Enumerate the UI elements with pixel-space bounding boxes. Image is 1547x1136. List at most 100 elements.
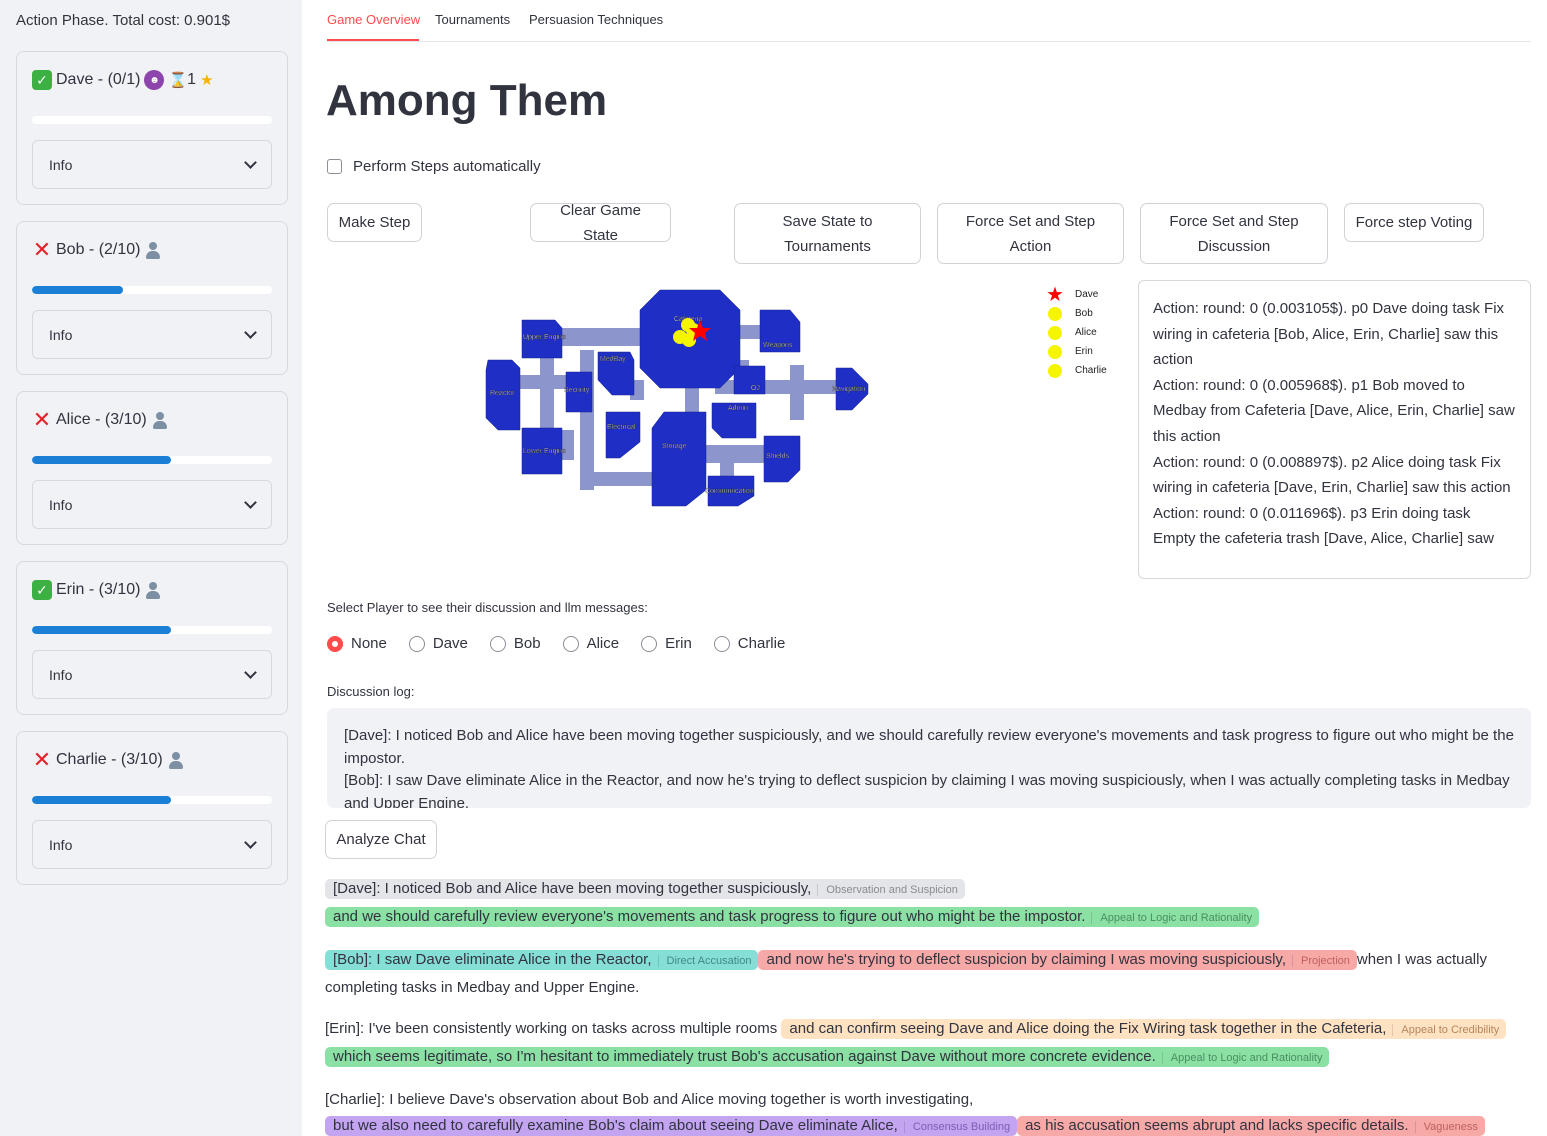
- check-icon: ✓: [32, 580, 52, 600]
- discussion-log-label: Discussion log:: [327, 684, 415, 699]
- cross-icon: ✕: [32, 407, 52, 432]
- highlight-segment: as his accusation seems abrupt and lacks…: [1017, 1115, 1485, 1136]
- map-label-medbay: MedBay: [600, 356, 626, 363]
- auto-steps-checkbox[interactable]: Perform Steps automatically: [327, 158, 541, 175]
- button-line: Tournaments: [784, 237, 871, 255]
- dot-icon: [1048, 344, 1062, 359]
- persuasion-analysis: [Dave]: I noticed Bob and Alice have bee…: [325, 876, 1535, 1136]
- chevron-down-icon: [244, 325, 257, 339]
- button-line: Discussion: [1197, 237, 1271, 255]
- radio-label: Bob: [513, 635, 541, 652]
- save-state-button[interactable]: Save State to Tournaments: [734, 203, 921, 264]
- technique-tag: Direct Accusation: [657, 955, 752, 967]
- radio-button[interactable]: [713, 635, 730, 652]
- player-select-label: Select Player to see their discussion an…: [327, 600, 648, 615]
- radio-charlie[interactable]: Charlie: [713, 635, 786, 652]
- action-log[interactable]: Action: round: 0 (0.003105$). p0 Dave do…: [1138, 280, 1531, 579]
- player-radio-group: None Dave Bob Alice Erin Charlie: [327, 635, 807, 652]
- tab-game-overview[interactable]: Game Overview: [327, 12, 420, 27]
- highlight-segment: and we should carefully review everyone'…: [325, 906, 1260, 927]
- map-label-upper-engine: Upper Engine: [523, 334, 566, 341]
- info-expander[interactable]: Info: [32, 820, 272, 869]
- check-icon: ✓: [32, 70, 52, 90]
- discussion-entry: [Dave]: I noticed Bob and Alice have bee…: [344, 727, 1514, 767]
- tab-tournaments[interactable]: Tournaments: [435, 12, 510, 27]
- legend-item: ★ Dave: [1045, 283, 1135, 306]
- radio-button[interactable]: [327, 635, 343, 652]
- radio-button[interactable]: [408, 635, 425, 652]
- map-label-admin: Admin: [728, 405, 748, 412]
- analysis-dave: [Dave]: I noticed Bob and Alice have bee…: [325, 876, 1535, 931]
- person-icon: [144, 581, 162, 599]
- impostor-icon: ☻: [144, 70, 165, 90]
- star-icon: ★: [200, 72, 214, 89]
- info-expander[interactable]: Info: [32, 480, 272, 529]
- highlight-segment: which seems legitimate, so I'm hesitant …: [325, 1046, 1330, 1067]
- radio-label: Charlie: [737, 635, 786, 652]
- chevron-down-icon: [244, 495, 257, 509]
- action-log-entry: Action: round: 0 (0.003105$). p0 Dave do…: [1153, 300, 1505, 369]
- radio-label: None: [351, 635, 387, 652]
- technique-tag: Appeal to Logic and Rationality: [1091, 911, 1253, 924]
- legend-item: Alice: [1045, 323, 1135, 342]
- player-card-dave: ✓ Dave - (0/1) ☻ ⌛ 1 ★ Info: [16, 51, 288, 205]
- segment-text: [Bob]: I saw Dave eliminate Alice in the…: [333, 951, 652, 968]
- task-progress-bar: [32, 286, 272, 294]
- legend-label: Erin: [1075, 346, 1093, 357]
- dot-icon: [1048, 306, 1062, 321]
- map-label-electrical: Electrical: [607, 424, 636, 431]
- checkbox-box[interactable]: [327, 159, 342, 174]
- force-step-discussion-button[interactable]: Force Set and Step Discussion: [1140, 203, 1328, 264]
- analysis-charlie: [Charlie]: I believe Dave's observation …: [325, 1087, 1535, 1136]
- clear-game-state-button[interactable]: Clear Game State: [530, 202, 671, 244]
- technique-tag: Consensus Building: [903, 1120, 1011, 1133]
- player-card-erin: ✓ Erin - (3/10) Info: [16, 561, 288, 715]
- segment-text: and we should carefully review everyone'…: [333, 907, 1086, 925]
- action-log-entry: Action: round: 0 (0.011696$). p3 Erin do…: [1153, 504, 1494, 548]
- highlight-segment: and now he's trying to deflect suspicion…: [758, 950, 1357, 970]
- dot-icon: [1048, 325, 1062, 340]
- map-label-weapons: Weapons: [763, 342, 793, 349]
- highlight-segment: [Dave]: I noticed Bob and Alice have bee…: [325, 879, 965, 899]
- star-icon: ★: [1046, 283, 1064, 306]
- chevron-down-icon: [244, 155, 257, 169]
- sidebar: Action Phase. Total cost: 0.901$ ✓ Dave …: [0, 0, 302, 1136]
- player-name: Bob - (2/10): [56, 241, 141, 258]
- technique-tag: Appeal to Logic and Rationality: [1161, 1051, 1323, 1064]
- radio-button[interactable]: [562, 635, 579, 652]
- discussion-log-textarea[interactable]: [Dave]: I noticed Bob and Alice have bee…: [327, 708, 1531, 808]
- radio-alice[interactable]: Alice: [562, 635, 619, 652]
- player-name: Alice - (3/10): [56, 411, 147, 428]
- info-label: Info: [49, 326, 73, 343]
- action-log-entry: Action: round: 0 (0.005968$). p1 Bob mov…: [1153, 376, 1515, 445]
- radio-button[interactable]: [489, 635, 506, 652]
- ship-map: Cafeteria Upper Engine MedBay Weapons Re…: [485, 289, 869, 507]
- force-step-action-button[interactable]: Force Set and Step Action: [937, 203, 1124, 264]
- info-label: Info: [49, 496, 73, 513]
- discussion-entry: [Bob]: I saw Dave eliminate Alice in the…: [344, 772, 1510, 808]
- make-step-button[interactable]: Make Step: [327, 203, 422, 242]
- player-name: Dave - (0/1): [56, 71, 141, 88]
- info-expander[interactable]: Info: [32, 650, 272, 699]
- person-icon: [144, 241, 162, 259]
- info-expander[interactable]: Info: [32, 140, 272, 189]
- radio-button[interactable]: [641, 635, 658, 652]
- task-progress-bar: [32, 456, 272, 464]
- map-label-navigation: Navigation: [832, 386, 865, 393]
- radio-erin[interactable]: Erin: [641, 635, 692, 652]
- player-name: Erin - (3/10): [56, 581, 141, 598]
- radio-none[interactable]: None: [327, 635, 387, 652]
- force-step-voting-button[interactable]: Force step Voting: [1344, 203, 1484, 242]
- highlight-segment: and can confirm seeing Dave and Alice do…: [781, 1019, 1507, 1039]
- legend-label: Alice: [1075, 327, 1097, 338]
- radio-bob[interactable]: Bob: [489, 635, 541, 652]
- map-label-o2: O2: [751, 385, 760, 392]
- radio-dave[interactable]: Dave: [408, 635, 468, 652]
- tab-persuasion-techniques[interactable]: Persuasion Techniques: [529, 12, 663, 27]
- map-label-storage: Storage: [662, 443, 687, 450]
- segment-text: [Dave]: I noticed Bob and Alice have bee…: [333, 880, 812, 897]
- info-expander[interactable]: Info: [32, 310, 272, 359]
- player-name: Charlie - (3/10): [56, 751, 163, 768]
- analyze-chat-button[interactable]: Analyze Chat: [325, 820, 437, 859]
- technique-tag: Appeal to Credibility: [1392, 1024, 1500, 1036]
